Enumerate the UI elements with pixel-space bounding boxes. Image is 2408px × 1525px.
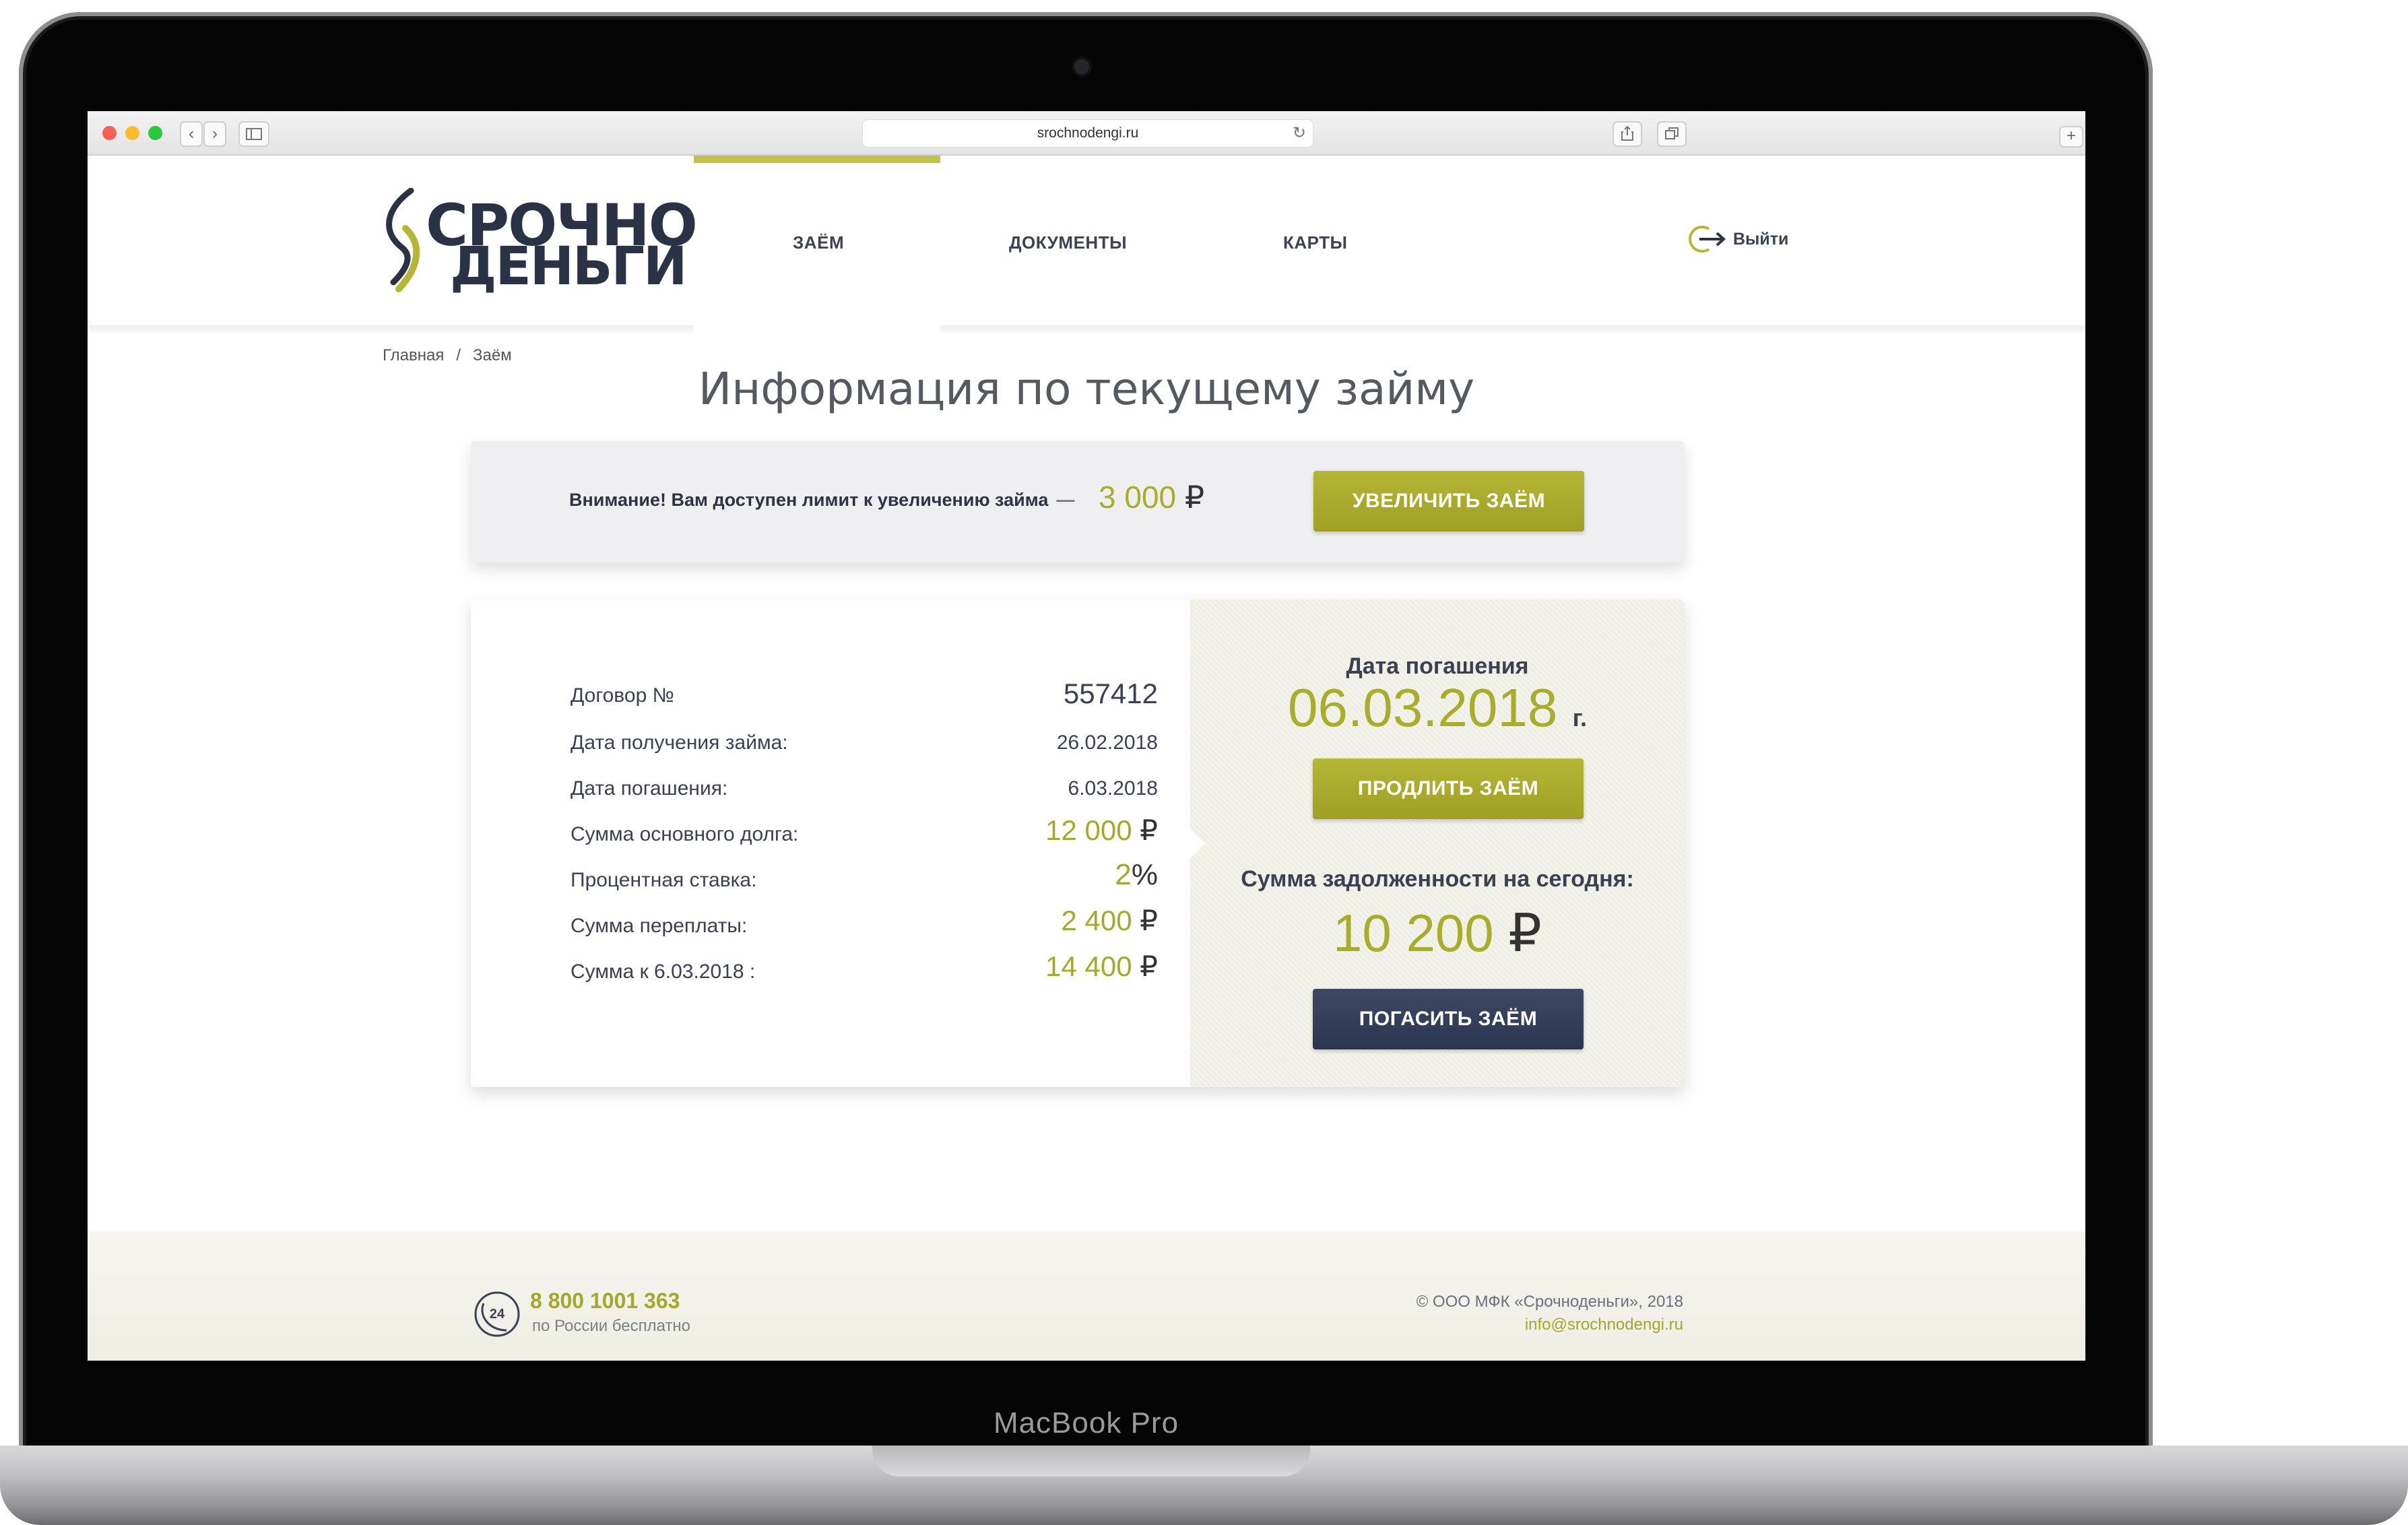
notice-dash: — — [1056, 490, 1075, 510]
total-currency: ₽ — [1140, 950, 1158, 982]
debt-title: Сумма задолженности на сегодня: — [1241, 866, 1634, 892]
share-button[interactable] — [1613, 121, 1642, 147]
notice-text: Внимание! Вам доступен лимит к увеличени… — [569, 490, 1049, 510]
camera-icon — [1074, 59, 1089, 74]
total-amount: 14 400 — [1045, 950, 1132, 982]
row-value-total: 14 400 ₽ — [942, 950, 1158, 983]
logout-label: Выйти — [1733, 229, 1789, 249]
phone-badge: 24 — [490, 1307, 505, 1322]
nav-item-cards[interactable]: КАРТЫ — [1283, 232, 1347, 253]
plus-icon: + — [2066, 127, 2076, 145]
new-tab-button[interactable]: + — [2059, 126, 2083, 148]
rate-percent: % — [1131, 858, 1158, 891]
header-shadow — [88, 325, 2085, 335]
row-value-contract: 557412 — [942, 678, 1158, 710]
browser-toolbar: ‹ › srochnodengi.ru ↻ + — [88, 111, 2085, 156]
row-value-principal: 12 000 ₽ — [942, 814, 1158, 847]
due-date-large: 06.03.2018 — [1287, 678, 1558, 738]
logout-icon — [1689, 226, 1726, 253]
increase-loan-button[interactable]: УВЕЛИЧИТЬ ЗАЁМ — [1313, 471, 1584, 531]
sidebar-toggle-button[interactable] — [238, 121, 269, 147]
device-label: MacBook Pro — [993, 1406, 1179, 1439]
due-date-small: 6.03.2018 — [1068, 777, 1158, 800]
loan-details-panel: Договор № 557412 Дата получения займа: 2… — [471, 599, 1190, 1087]
footer-copyright: © ООО МФК «Срочноденьги», 2018 — [1416, 1293, 1683, 1311]
row-value-rate: 2% — [942, 858, 1158, 892]
tabs-overview-button[interactable] — [1657, 121, 1687, 147]
breadcrumb-current: Заём — [473, 346, 512, 364]
screen: ‹ › srochnodengi.ru ↻ + СРОЧНО ДЕНЬГИ ЗА… — [88, 111, 2085, 1361]
due-date-wrap: 06.03.2018 г. — [1190, 677, 1685, 739]
row-label-overpayment: Сумма переплаты: — [571, 915, 748, 937]
loan-details-list: Договор № 557412 Дата получения займа: 2… — [471, 599, 1190, 1087]
footer-phone[interactable]: 8 800 1001 363 — [530, 1289, 680, 1313]
contract-number: 557412 — [1063, 678, 1158, 709]
row-value-overpayment: 2 400 ₽ — [942, 904, 1158, 937]
footer-phone-note: по России бесплатно — [532, 1317, 691, 1335]
debt-amount-wrap: 10 200 ₽ — [1190, 903, 1685, 964]
phone-24-icon: 24 — [474, 1291, 520, 1337]
minimize-window-button[interactable] — [125, 126, 139, 140]
debt-amount: 10 200 — [1333, 903, 1494, 963]
loan-card: Договор № 557412 Дата получения займа: 2… — [471, 599, 1685, 1087]
rate-value: 2 — [1115, 858, 1132, 891]
back-button[interactable]: ‹ — [180, 121, 203, 147]
repay-loan-button[interactable]: ПОГАСИТЬ ЗАЁМ — [1313, 989, 1584, 1049]
principal-amount: 12 000 — [1045, 814, 1132, 846]
logo-text-bottom: ДЕНЬГИ — [450, 236, 687, 297]
due-date-title: Дата погашения — [1346, 653, 1529, 679]
share-icon — [1621, 125, 1633, 141]
panel-pointer — [1190, 829, 1205, 858]
row-value-due-date: 6.03.2018 — [942, 777, 1158, 800]
sidebar-icon — [246, 128, 262, 140]
page-title: Информация по текущему займу — [698, 363, 1475, 415]
row-label-rate: Процентная ставка: — [571, 869, 757, 891]
extend-loan-button[interactable]: ПРОДЛИТЬ ЗАЁМ — [1313, 758, 1584, 819]
breadcrumb-home[interactable]: Главная — [383, 346, 444, 364]
chevron-right-icon: › — [212, 125, 218, 143]
nav-item-documents[interactable]: ДОКУМЕНТЫ — [1009, 232, 1127, 253]
due-date-suffix: г. — [1572, 704, 1588, 732]
row-label-total: Сумма к 6.03.2018 : — [571, 961, 756, 983]
url-text: srochnodengi.ru — [1037, 125, 1139, 141]
row-value-issue-date: 26.02.2018 — [942, 732, 1158, 754]
reload-icon[interactable]: ↻ — [1293, 120, 1306, 147]
nav-active-background — [694, 320, 940, 340]
row-label-issue-date: Дата получения займа: — [571, 732, 788, 754]
row-label-due-date: Дата погашения: — [571, 777, 728, 800]
chevron-left-icon: ‹ — [189, 125, 194, 143]
limit-notice: Внимание! Вам доступен лимит к увеличени… — [471, 441, 1685, 562]
row-label-contract: Договор № — [571, 684, 674, 707]
notice-amount-wrap: 3 000 ₽ — [1099, 479, 1204, 515]
laptop-notch — [872, 1446, 1310, 1477]
notice-amount: 3 000 — [1099, 480, 1177, 515]
close-window-button[interactable] — [102, 126, 117, 140]
row-label-principal: Сумма основного долга: — [571, 823, 799, 845]
logout-button[interactable]: Выйти — [1686, 219, 1788, 259]
debt-currency: ₽ — [1508, 903, 1542, 963]
breadcrumb: Главная / Заём — [383, 346, 512, 365]
overpayment-amount: 2 400 — [1061, 905, 1132, 936]
principal-currency: ₽ — [1140, 814, 1158, 846]
nav-item-loan[interactable]: ЗАЁМ — [793, 232, 844, 253]
address-bar[interactable]: srochnodengi.ru ↻ — [862, 119, 1313, 148]
overpayment-currency: ₽ — [1140, 905, 1158, 936]
notice-text-wrap: Внимание! Вам доступен лимит к увеличени… — [569, 490, 1082, 511]
fullscreen-window-button[interactable] — [148, 126, 162, 140]
footer-email[interactable]: info@srochnodengi.ru — [1525, 1316, 1683, 1334]
site-logo[interactable]: СРОЧНО ДЕНЬГИ — [381, 188, 698, 297]
issue-date: 26.02.2018 — [1056, 732, 1158, 754]
breadcrumb-separator: / — [456, 346, 461, 364]
nav-active-indicator — [694, 156, 940, 163]
notice-currency: ₽ — [1184, 480, 1205, 515]
site-footer — [88, 1231, 2085, 1361]
tabs-icon — [1665, 127, 1679, 139]
repayment-panel: Дата погашения 06.03.2018 г. ПРОДЛИТЬ ЗА… — [1190, 599, 1685, 1087]
forward-button[interactable]: › — [203, 121, 226, 147]
